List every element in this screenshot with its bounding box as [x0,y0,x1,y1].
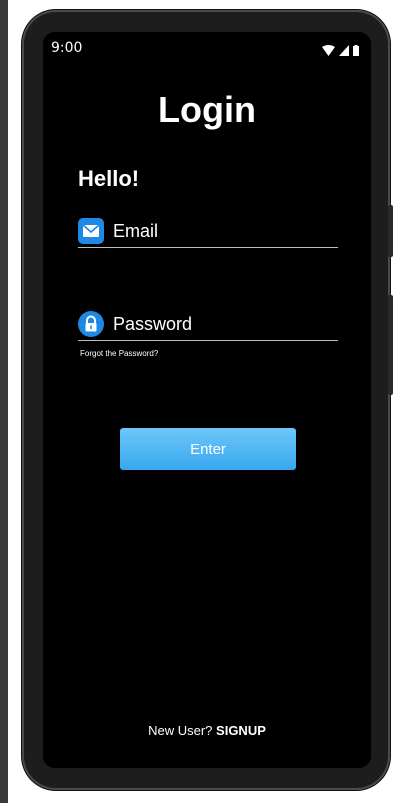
email-field[interactable]: Email [78,215,338,248]
page-title: Login [158,89,256,130]
status-icons [322,41,359,60]
phone-screen: 9:00 Login Hello! Email Password Forgot … [43,32,371,768]
signal-icon [339,41,349,60]
enter-button[interactable]: Enter [120,428,296,470]
forgot-password-link[interactable]: Forgot the Password? [80,349,158,358]
signup-prompt: New User? [148,723,213,738]
window-left-edge [0,0,8,803]
signup-link[interactable]: SIGNUP [216,723,266,738]
wifi-icon [322,41,335,60]
mail-icon [78,218,104,244]
password-field-label: Password [113,313,193,334]
battery-icon [353,41,359,60]
signup-row: New User? SIGNUP [43,723,371,738]
lock-icon [78,311,104,337]
power-button [388,295,393,395]
greeting-text: Hello! [78,166,140,191]
password-field[interactable]: Password [78,308,338,341]
status-time: 9:00 [51,40,83,56]
email-field-label: Email [113,220,159,241]
volume-button [388,205,393,257]
